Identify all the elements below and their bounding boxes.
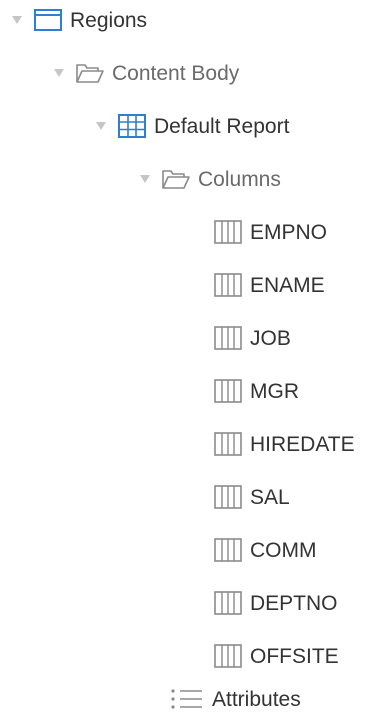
table-icon — [118, 114, 146, 138]
column-icon — [214, 644, 242, 668]
expand-triangle-icon[interactable] — [10, 13, 24, 27]
node-label: Columns — [198, 167, 281, 191]
tree-node-column[interactable]: HIREDATE — [214, 424, 355, 464]
node-label: ENAME — [250, 273, 325, 297]
column-icon — [214, 591, 242, 615]
tree-node-default-report[interactable]: Default Report — [94, 106, 289, 146]
node-label: MGR — [250, 379, 299, 403]
node-label: SAL — [250, 485, 290, 509]
column-icon — [214, 379, 242, 403]
node-label: Attributes — [212, 687, 301, 711]
folder-icon — [76, 62, 104, 84]
node-label: Content Body — [112, 61, 240, 85]
column-icon — [214, 432, 242, 456]
column-icon — [214, 485, 242, 509]
tree-node-column[interactable]: DEPTNO — [214, 583, 338, 623]
list-icon — [170, 687, 204, 711]
tree-node-column[interactable]: ENAME — [214, 265, 325, 305]
node-label: JOB — [250, 326, 291, 350]
node-label: HIREDATE — [250, 432, 355, 456]
column-icon — [214, 538, 242, 562]
expand-triangle-icon[interactable] — [94, 119, 108, 133]
tree-node-attributes[interactable]: Attributes — [170, 679, 301, 719]
column-icon — [214, 220, 242, 244]
node-label: Regions — [70, 8, 148, 32]
node-label: Default Report — [154, 114, 290, 138]
region-icon — [34, 9, 62, 31]
tree-node-column[interactable]: OFFSITE — [214, 636, 339, 676]
node-label: OFFSITE — [250, 644, 339, 668]
tree-node-content-body[interactable]: Content Body — [52, 53, 239, 93]
tree-node-column[interactable]: COMM — [214, 530, 317, 570]
tree-node-column[interactable]: EMPNO — [214, 212, 327, 252]
node-label: EMPNO — [250, 220, 328, 244]
column-icon — [214, 326, 242, 350]
tree-node-column[interactable]: SAL — [214, 477, 290, 517]
column-icon — [214, 273, 242, 297]
node-label: COMM — [250, 538, 317, 562]
tree-node-columns[interactable]: Columns — [138, 159, 281, 199]
page-designer-tree: Regions Content Body Default Report Colu… — [0, 0, 386, 717]
tree-node-column[interactable]: JOB — [214, 318, 291, 358]
tree-node-column[interactable]: MGR — [214, 371, 299, 411]
folder-icon — [162, 168, 190, 190]
tree-node-regions[interactable]: Regions — [10, 0, 147, 40]
expand-triangle-icon[interactable] — [52, 66, 66, 80]
node-label: DEPTNO — [250, 591, 338, 615]
expand-triangle-icon[interactable] — [138, 172, 152, 186]
